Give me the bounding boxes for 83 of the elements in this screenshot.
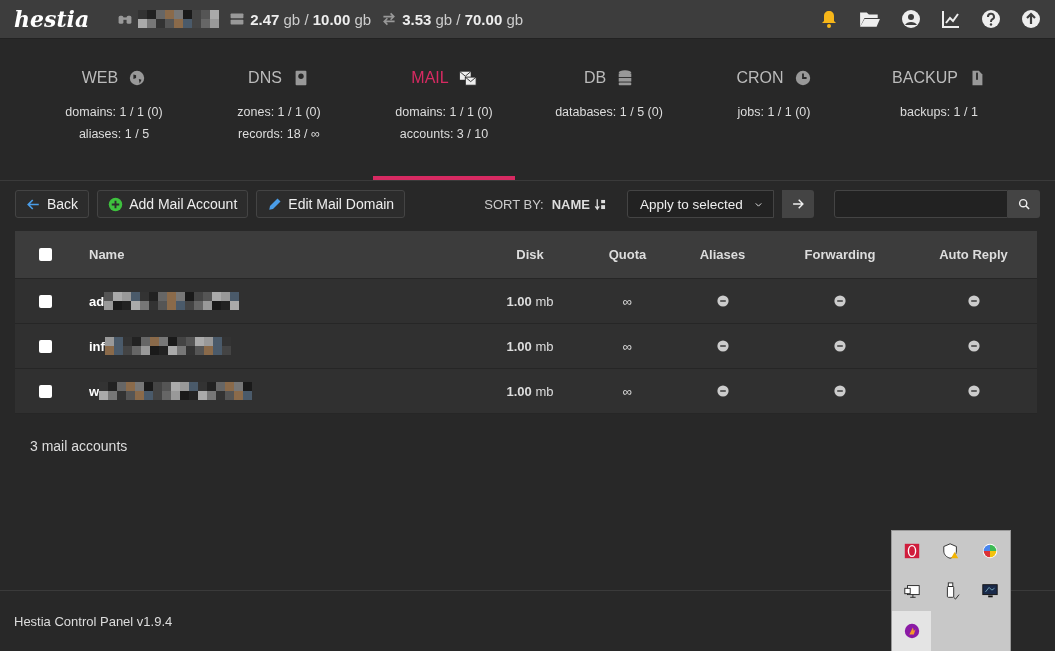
tab-label: WEB bbox=[81, 69, 119, 87]
pencil-icon bbox=[267, 196, 283, 212]
tab-stat: domains: 1 / 1 (0) bbox=[65, 104, 163, 121]
minus-circle-icon bbox=[833, 384, 847, 398]
disk-usage: 2.47 gb / 10.00 gb bbox=[250, 10, 372, 28]
search-icon bbox=[1017, 197, 1031, 211]
minus-circle-icon bbox=[966, 384, 981, 398]
help-icon bbox=[981, 9, 1001, 29]
line-chart-icon bbox=[941, 9, 961, 29]
server-icon bbox=[229, 11, 246, 27]
quota-value: ∞ bbox=[622, 383, 633, 399]
app-logo[interactable]: hestia bbox=[14, 6, 90, 32]
checkbox[interactable] bbox=[38, 294, 52, 308]
quota-value: ∞ bbox=[622, 293, 633, 309]
column-header[interactable]: Forwarding bbox=[804, 247, 876, 262]
minus-circle-icon bbox=[966, 294, 981, 308]
section-tab[interactable]: DB databases: 1 / 5 (0) bbox=[538, 39, 680, 180]
back-button[interactable]: Back bbox=[15, 190, 90, 218]
tab-stat: domains: 1 / 1 (0) bbox=[395, 104, 493, 121]
tab-label: DNS bbox=[248, 69, 282, 87]
column-header[interactable]: Auto Reply bbox=[939, 247, 1008, 262]
column-header[interactable]: Quota bbox=[608, 247, 647, 262]
minus-circle-icon bbox=[715, 384, 730, 398]
minus-circle-icon bbox=[966, 339, 981, 353]
tab-label: MAIL bbox=[411, 69, 449, 87]
minus-circle-icon bbox=[833, 339, 847, 353]
minus-circle-icon bbox=[833, 294, 847, 308]
bandwidth-usage: 3.53 gb / 70.00 gb bbox=[402, 10, 524, 28]
checkbox[interactable] bbox=[38, 384, 52, 398]
disk-value: 1.00 mb bbox=[506, 338, 554, 354]
upload-icon bbox=[1021, 9, 1041, 29]
footer-version: Hestia Control Panel v1.9.4 bbox=[14, 614, 173, 629]
account-name[interactable]: ad bbox=[89, 293, 105, 309]
tab-stat: databases: 1 / 5 (0) bbox=[555, 104, 663, 121]
account-count: 3 mail accounts bbox=[30, 438, 129, 454]
envelopes-icon bbox=[458, 69, 477, 87]
column-header[interactable]: Aliases bbox=[699, 247, 746, 262]
section-tab[interactable]: BACKUP backups: 1 / 1 bbox=[868, 39, 1010, 180]
section-tab[interactable]: CRON jobs: 1 / 1 (0) bbox=[703, 39, 845, 180]
column-header[interactable]: Disk bbox=[516, 247, 544, 262]
globe-icon bbox=[128, 69, 147, 87]
section-tab[interactable]: MAIL domains: 1 / 1 (0) accounts: 3 / 10 bbox=[373, 39, 515, 180]
search-button[interactable] bbox=[1008, 190, 1040, 218]
shield-warning-icon bbox=[942, 542, 960, 560]
tab-label: CRON bbox=[736, 69, 784, 87]
edit-mail-domain-button[interactable]: Edit Mail Domain bbox=[256, 190, 406, 218]
sort-label: SORT BY: bbox=[484, 196, 544, 212]
network-monitor-icon bbox=[902, 582, 921, 600]
sort-icon bbox=[594, 197, 607, 211]
app-tray-icon bbox=[902, 542, 921, 560]
column-header[interactable]: Name bbox=[89, 247, 125, 262]
bulk-action-dropdown[interactable]: Apply to selected bbox=[627, 190, 774, 218]
sort-selector[interactable]: NAME bbox=[551, 196, 607, 212]
arrow-right-icon bbox=[791, 197, 805, 211]
quota-value: ∞ bbox=[622, 338, 633, 354]
display-icon bbox=[981, 582, 1000, 600]
clock-icon bbox=[793, 69, 812, 87]
apply-button[interactable] bbox=[782, 190, 814, 218]
disk-value: 1.00 mb bbox=[506, 293, 554, 309]
search-field[interactable] bbox=[834, 190, 1008, 218]
tab-stat: aliases: 1 / 5 bbox=[78, 126, 150, 143]
tab-stat: jobs: 1 / 1 (0) bbox=[737, 104, 811, 121]
disk-value: 1.00 mb bbox=[506, 383, 554, 399]
minus-circle-icon bbox=[715, 294, 730, 308]
tab-label: BACKUP bbox=[892, 69, 958, 87]
section-tab[interactable]: DNS zones: 1 / 1 (0) records: 18 / ∞ bbox=[208, 39, 350, 180]
tab-stat: accounts: 3 / 10 bbox=[399, 126, 489, 143]
checkbox[interactable] bbox=[38, 248, 52, 261]
add-mail-account-button[interactable]: Add Mail Account bbox=[97, 190, 249, 218]
tab-stat: backups: 1 / 1 bbox=[900, 104, 978, 121]
section-tab[interactable]: WEB domains: 1 / 1 (0) aliases: 1 / 5 bbox=[43, 39, 185, 180]
plus-circle-icon bbox=[108, 196, 124, 212]
user-circle-icon bbox=[901, 9, 921, 29]
tab-stat: records: 18 / ∞ bbox=[238, 126, 320, 143]
account-name[interactable]: w bbox=[89, 383, 100, 399]
transfer-arrows-icon bbox=[381, 11, 398, 27]
checkbox[interactable] bbox=[38, 339, 52, 353]
tab-stat: zones: 1 / 1 (0) bbox=[237, 104, 321, 121]
tab-label: DB bbox=[583, 69, 607, 87]
minus-circle-icon bbox=[715, 339, 730, 353]
account-name[interactable]: inf bbox=[89, 338, 105, 354]
flame-app-icon bbox=[902, 622, 921, 640]
color-wheel-icon bbox=[981, 542, 1000, 560]
